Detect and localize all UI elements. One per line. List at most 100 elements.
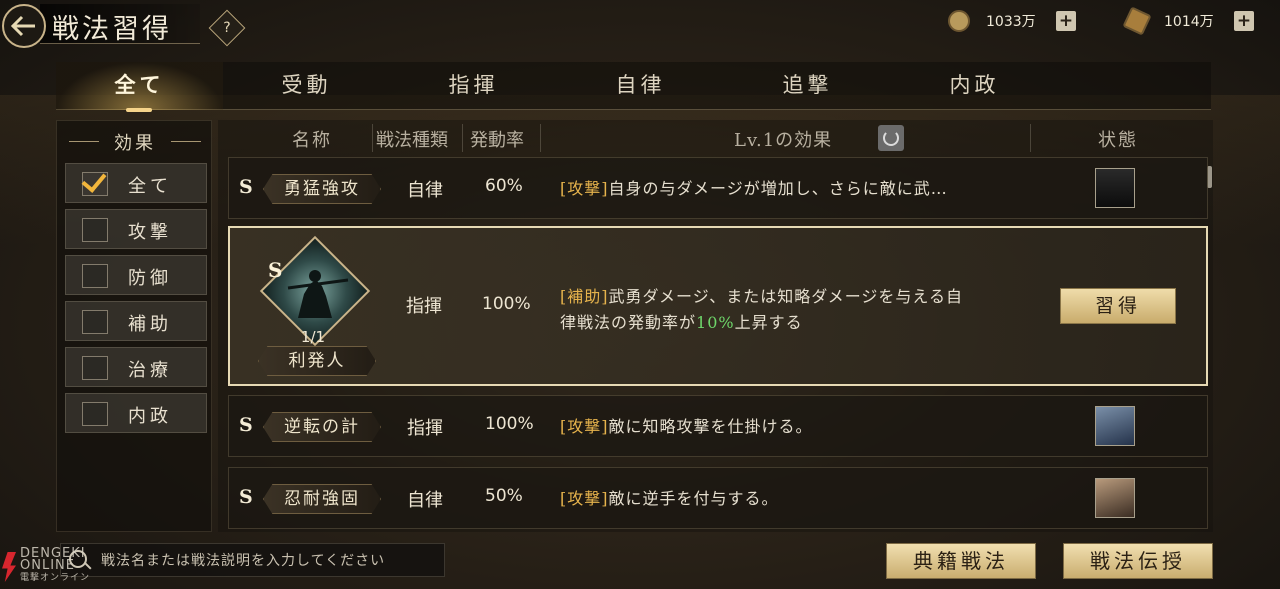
filter-label: 内政 xyxy=(128,406,172,427)
checkbox-icon xyxy=(82,218,108,242)
tab-autonomous[interactable]: 自律 xyxy=(557,62,724,110)
filter-label: 防御 xyxy=(128,268,172,289)
effect-text: 敵に逆手を付与する。 xyxy=(608,489,779,508)
effect-highlight: 10% xyxy=(696,313,735,332)
column-header-effect: Lv.1の効果 xyxy=(734,130,833,151)
filter-attack[interactable]: 攻撃 xyxy=(65,209,207,249)
column-header-name: 名称 xyxy=(292,130,332,151)
rank-label: S xyxy=(239,414,253,436)
tab-command[interactable]: 指揮 xyxy=(390,62,557,110)
tactic-effect: [攻撃]自身の与ダメージが増加し、さらに敵に武… xyxy=(560,175,948,199)
column-divider xyxy=(372,124,373,152)
tactic-rate: 100% xyxy=(482,294,531,314)
warrior-portrait-icon xyxy=(1095,406,1135,446)
effect-filter-panel: 効果 全て 攻撃 防御 補助 治療 内政 xyxy=(56,120,212,532)
watermark: DENGEKI ONLINE 電撃オンライン xyxy=(2,547,112,586)
tab-pursuit[interactable]: 追撃 xyxy=(724,62,891,110)
category-tabs: 全て 受動 指揮 自律 追撃 内政 xyxy=(56,62,1211,112)
watermark-text: DENGEKI ONLINE 電撃オンライン xyxy=(20,547,91,584)
column-header-status: 状態 xyxy=(1098,130,1138,151)
tab-passive[interactable]: 受動 xyxy=(223,62,390,110)
back-button[interactable] xyxy=(2,4,46,48)
back-arrow-icon xyxy=(11,15,35,37)
filter-label: 補助 xyxy=(128,314,172,335)
page-title: 戦法習得 xyxy=(52,14,172,45)
helmet-portrait-icon xyxy=(1095,168,1135,208)
filter-defense[interactable]: 防御 xyxy=(65,255,207,295)
filter-heal[interactable]: 治療 xyxy=(65,347,207,387)
tactic-type: 自律 xyxy=(407,180,443,201)
help-button[interactable]: ? xyxy=(208,9,246,47)
effect-text-line1: 武勇ダメージ、または知略ダメージを与える自 xyxy=(608,287,963,306)
filter-label: 治療 xyxy=(128,360,172,381)
scrolls-value: 1014万 xyxy=(1164,14,1214,30)
effect-tag: [攻撃] xyxy=(560,489,609,508)
filter-label: 全て xyxy=(128,176,172,197)
rank-label: S xyxy=(239,176,253,198)
column-header-type: 戦法種類 xyxy=(376,130,448,151)
scroll-icon xyxy=(1122,6,1152,36)
tactic-name: 勇猛強攻 xyxy=(263,174,381,204)
header: 戦法習得 ? 1033万 + 1014万 + xyxy=(0,0,1280,52)
watermark-logo-icon xyxy=(2,552,16,582)
effect-tag: [補助] xyxy=(560,287,609,306)
tactic-row[interactable]: S 逆転の計 指揮 100% [攻撃]敵に知略攻撃を仕掛ける。 xyxy=(228,395,1208,457)
tactic-name: 利発人 xyxy=(258,346,376,376)
search-input[interactable] xyxy=(101,547,436,575)
tactic-row-expanded[interactable]: S 1/1 利発人 指揮 100% [補助]武勇ダメージ、または知略ダメージを与… xyxy=(228,226,1208,386)
tab-domestic[interactable]: 内政 xyxy=(891,62,1058,110)
add-coins-button[interactable]: + xyxy=(1056,11,1076,31)
classics-tactics-button[interactable]: 典籍戦法 xyxy=(886,543,1036,579)
tactic-effect: [補助]武勇ダメージ、または知略ダメージを与える自律戦法の発動率が10%上昇する xyxy=(560,284,1030,336)
tab-all[interactable]: 全て xyxy=(56,62,223,112)
add-scrolls-button[interactable]: + xyxy=(1234,11,1254,31)
tactic-level: 1/1 xyxy=(300,328,326,346)
effect-text: 敵に知略攻撃を仕掛ける。 xyxy=(608,417,813,436)
column-divider xyxy=(540,124,541,152)
learn-button[interactable]: 習得 xyxy=(1060,288,1176,324)
currency-scrolls: 1014万 + xyxy=(1122,6,1254,36)
column-divider xyxy=(1030,124,1031,152)
filter-title: 効果 xyxy=(57,129,213,155)
tactic-row[interactable]: S 勇猛強攻 自律 60% [攻撃]自身の与ダメージが増加し、さらに敵に武… xyxy=(228,157,1208,219)
filter-label: 攻撃 xyxy=(128,222,172,243)
tactic-rate: 100% xyxy=(485,414,534,434)
help-icon: ? xyxy=(223,20,231,36)
column-header-rate: 発動率 xyxy=(470,130,524,151)
rank-label: S xyxy=(268,258,283,282)
effect-text-line2-end: 上昇する xyxy=(734,313,803,332)
tactic-rate: 60% xyxy=(485,176,523,196)
tactic-row[interactable]: S 忍耐強固 自律 50% [攻撃]敵に逆手を付与する。 xyxy=(228,467,1208,529)
tactic-transfer-button[interactable]: 戦法伝授 xyxy=(1063,543,1213,579)
effect-text: 自身の与ダメージが増加し、さらに敵に武… xyxy=(608,179,948,198)
checkbox-icon xyxy=(82,310,108,334)
tactic-type: 指揮 xyxy=(406,296,442,317)
coin-icon xyxy=(948,10,970,32)
search-bar xyxy=(60,543,445,577)
checkbox-icon xyxy=(82,356,108,380)
watermark-line3: 電撃オンライン xyxy=(20,573,91,583)
effect-text-line2: 律戦法の発動率が xyxy=(560,313,697,332)
tactic-name: 逆転の計 xyxy=(263,412,381,442)
tactic-effect: [攻撃]敵に逆手を付与する。 xyxy=(560,485,779,509)
effect-tag: [攻撃] xyxy=(560,417,609,436)
currency-coins: 1033万 + xyxy=(948,9,1076,33)
filter-all[interactable]: 全て xyxy=(65,163,207,203)
checkbox-icon xyxy=(82,264,108,288)
watermark-line2: ONLINE xyxy=(20,558,75,573)
filter-domestic[interactable]: 内政 xyxy=(65,393,207,433)
tactic-rate: 50% xyxy=(485,486,523,506)
tactic-effect: [攻撃]敵に知略攻撃を仕掛ける。 xyxy=(560,413,813,437)
effect-tag: [攻撃] xyxy=(560,179,609,198)
monk-portrait-icon xyxy=(1095,478,1135,518)
column-divider xyxy=(462,124,463,152)
coins-value: 1033万 xyxy=(986,14,1036,30)
filter-support[interactable]: 補助 xyxy=(65,301,207,341)
checkbox-checked-icon xyxy=(81,167,108,196)
tactic-type: 自律 xyxy=(407,490,443,511)
rank-label: S xyxy=(239,486,253,508)
checkbox-icon xyxy=(82,402,108,426)
tactic-type: 指揮 xyxy=(407,418,443,439)
tactic-name: 忍耐強固 xyxy=(263,484,381,514)
refresh-icon[interactable] xyxy=(878,125,904,151)
